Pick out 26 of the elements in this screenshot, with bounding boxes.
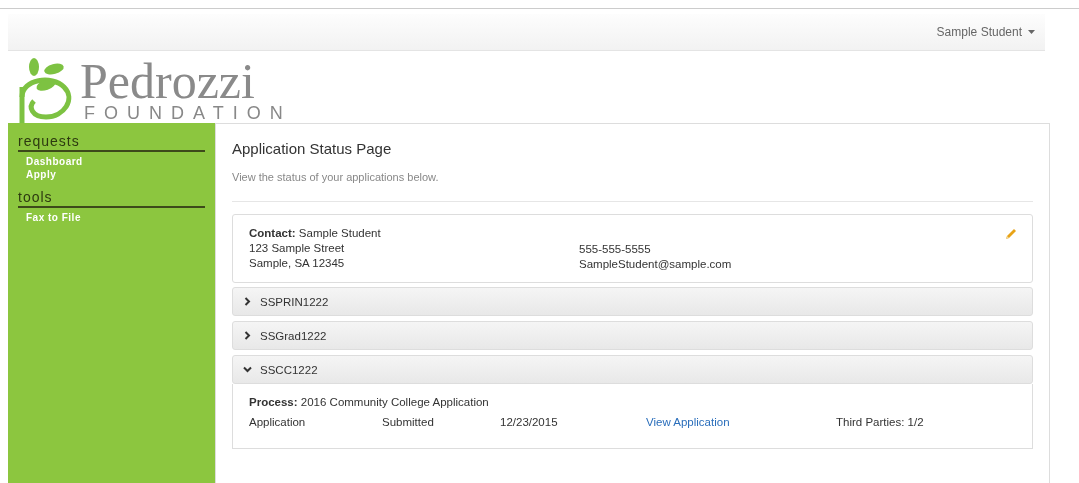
contact-name: Contact: Sample Student [249, 227, 382, 239]
logo-subtitle: FOUNDATION [84, 103, 292, 123]
application-date: 12/23/2015 [500, 416, 559, 428]
view-application-link[interactable]: View Application [646, 416, 730, 428]
page-title: Application Status Page [232, 140, 393, 157]
third-parties-text: Third Parties: 1/2 [836, 416, 925, 428]
chevron-right-icon [243, 297, 252, 306]
caret-icon [1028, 30, 1035, 34]
contact-email: SampleStudent@sample.com [579, 258, 732, 270]
application-header[interactable]: SSPRIN1222 [232, 287, 1033, 316]
application-type: Application [249, 416, 307, 428]
address-line: 123 Sample Street [249, 242, 346, 254]
user-menu[interactable]: Sample Student [936, 25, 1035, 39]
pencil-icon[interactable] [1004, 227, 1018, 241]
chevron-right-icon [243, 331, 252, 340]
page-subtitle: View the status of your applications below. [232, 171, 440, 183]
application-header[interactable]: SSGrad1222 [232, 321, 1033, 350]
contact-phone: 555-555-5555 [579, 243, 652, 255]
sidebar-section-title: tools [18, 189, 205, 208]
process-text: Process: 2016 Community College Application [249, 396, 490, 408]
chevron-down-icon [243, 365, 252, 374]
application-status: Submitted [382, 416, 435, 428]
logo-name: Pedrozzi [80, 59, 255, 103]
address-line: Sample, SA 12345 [249, 257, 346, 269]
application-header[interactable]: SSCC1222 [232, 355, 1033, 384]
sidebar-section-title: requests [18, 133, 205, 152]
